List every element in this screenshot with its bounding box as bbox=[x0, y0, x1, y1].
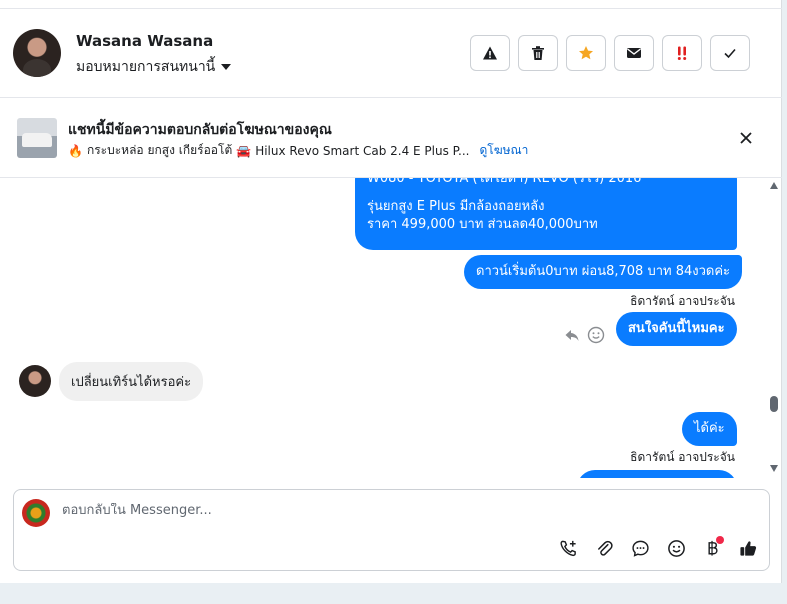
envelope-icon bbox=[627, 48, 641, 58]
reply-composer bbox=[13, 489, 770, 571]
mark-unread-button[interactable] bbox=[614, 35, 654, 71]
scroll-thumb[interactable] bbox=[770, 396, 778, 412]
attach-button[interactable] bbox=[592, 536, 616, 560]
thumbs-up-icon bbox=[739, 540, 756, 556]
saved-replies-button[interactable] bbox=[628, 536, 652, 560]
car-icon: 🚘 bbox=[236, 143, 252, 158]
contact-name[interactable]: Wasana Wasana bbox=[76, 32, 213, 50]
ad-reply-banner: แชทนี้มีข้อความตอบกลับต่อโฆษณาของคุณ 🔥 ก… bbox=[0, 98, 782, 178]
paperclip-icon bbox=[597, 540, 613, 556]
like-button[interactable] bbox=[736, 536, 760, 560]
conversation-header: Wasana Wasana มอบหมายการสนทนานี้ bbox=[0, 9, 782, 98]
reply-input[interactable] bbox=[62, 503, 662, 518]
spam-warning-button[interactable] bbox=[470, 35, 510, 71]
urgent-icon bbox=[677, 46, 687, 60]
composer-toolbar bbox=[556, 536, 760, 560]
reply-icon[interactable] bbox=[564, 327, 580, 343]
action-toolbar bbox=[470, 35, 750, 71]
ad-banner-title: แชทนี้มีข้อความตอบกลับต่อโฆษณาของคุณ bbox=[68, 122, 332, 138]
scrollbar[interactable] bbox=[768, 178, 780, 478]
assign-label: มอบหมายการสนทนานี้ bbox=[76, 59, 216, 75]
message-bubble-incoming[interactable]: เปลี่ยนเทิร์นได้หรอค่ะ bbox=[59, 362, 204, 401]
close-banner-button[interactable] bbox=[736, 128, 756, 148]
message-line bbox=[367, 188, 725, 198]
fire-icon: 🔥 bbox=[68, 143, 83, 158]
emoji-button[interactable] bbox=[664, 536, 688, 560]
star-icon bbox=[579, 46, 593, 60]
avatar[interactable] bbox=[13, 29, 61, 77]
star-button[interactable] bbox=[566, 35, 606, 71]
ad-thumbnail[interactable] bbox=[17, 118, 57, 158]
sender-name: ธิดารัตน์ อาจประจัน bbox=[630, 294, 735, 308]
emoji-icon bbox=[667, 539, 685, 557]
message-line: ราคา 499,000 บาท ส่วนลด40,000บาท bbox=[367, 217, 598, 232]
message-line: W080 - TOYOTA (โตโยต้า) REVO (รีโว่) 201… bbox=[367, 178, 642, 186]
mark-done-button[interactable] bbox=[710, 35, 750, 71]
delete-button[interactable] bbox=[518, 35, 558, 71]
message-bubble-outgoing[interactable]: W080 - TOYOTA (โตโยต้า) REVO (รีโว่) 201… bbox=[355, 178, 737, 250]
message-line: รุ่นยกสูง E Plus มีกล้องถอยหลัง bbox=[367, 199, 545, 214]
ad-car-name: Hilux Revo Smart Cab 2.4 E Plus P... bbox=[255, 143, 470, 158]
assign-conversation-dropdown[interactable]: มอบหมายการสนทนานี้ bbox=[76, 56, 232, 78]
call-button[interactable] bbox=[556, 536, 580, 560]
message-bubble-outgoing[interactable]: สนใจคันนี้ไหมคะ bbox=[616, 312, 737, 346]
reaction-icon[interactable] bbox=[587, 326, 605, 344]
caret-down-icon bbox=[221, 64, 232, 70]
chat-panel: Wasana Wasana มอบหมายการสนทนานี้ แชทนี้ม… bbox=[0, 0, 782, 583]
payment-button[interactable] bbox=[700, 536, 724, 560]
page-avatar bbox=[22, 499, 50, 527]
notification-dot bbox=[716, 536, 724, 544]
avatar[interactable] bbox=[19, 365, 51, 397]
close-icon bbox=[740, 132, 752, 144]
chat-bubble-icon bbox=[631, 540, 649, 557]
warning-icon bbox=[483, 46, 497, 60]
priority-button[interactable] bbox=[662, 35, 702, 71]
trash-icon bbox=[532, 46, 544, 60]
ad-banner-subtitle: 🔥 กระบะหล่อ ยกสูง เกียร์ออโต้ 🚘 Hilux Re… bbox=[68, 141, 528, 160]
view-ad-link[interactable]: ดูโฆษณา bbox=[479, 141, 528, 160]
checkmark-icon bbox=[724, 48, 736, 59]
message-bubble-outgoing[interactable] bbox=[577, 470, 737, 478]
ad-subtitle-text: กระบะหล่อ ยกสูง เกียร์ออโต้ bbox=[86, 143, 233, 157]
message-bubble-outgoing[interactable]: ได้ค่ะ bbox=[682, 412, 737, 446]
scroll-up-icon[interactable] bbox=[770, 182, 778, 189]
message-bubble-outgoing[interactable]: ดาวน์เริ่มต้น0บาท ผ่อน8,708 บาท 84งวดค่ะ bbox=[464, 255, 743, 289]
phone-add-icon bbox=[559, 540, 576, 556]
scroll-down-icon[interactable] bbox=[770, 465, 778, 472]
message-list: W080 - TOYOTA (โตโยต้า) REVO (รีโว่) 201… bbox=[0, 178, 782, 478]
sender-name: ธิดารัตน์ อาจประจัน bbox=[630, 450, 735, 464]
